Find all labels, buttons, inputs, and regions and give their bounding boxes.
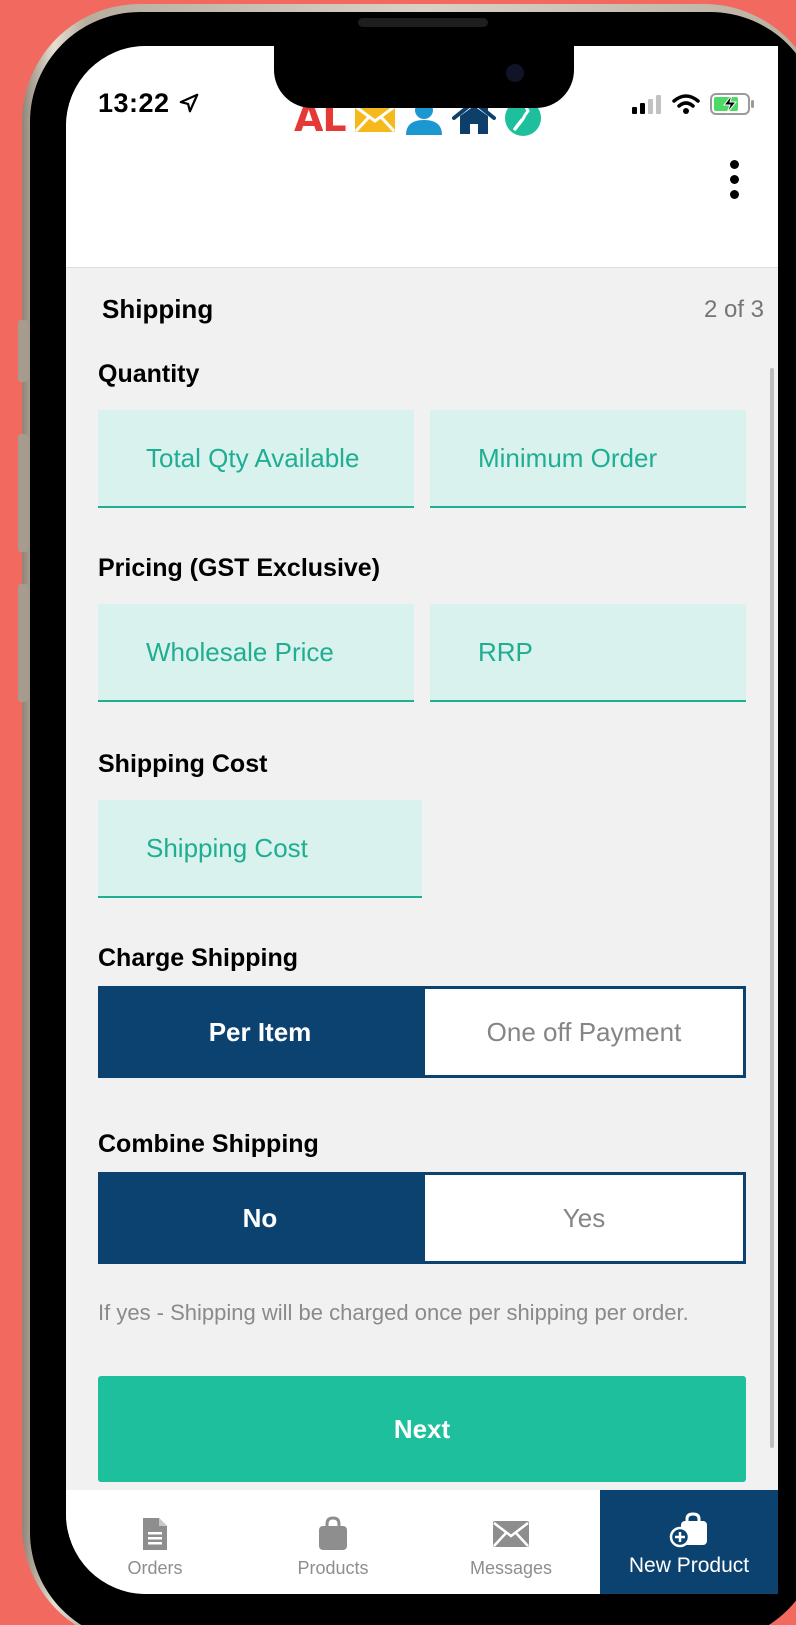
tab-orders-label: Orders: [127, 1558, 183, 1578]
mute-switch: [18, 320, 28, 382]
one-off-payment-option[interactable]: One off Payment: [422, 986, 746, 1078]
volume-down-button: [18, 584, 28, 702]
front-camera: [506, 64, 524, 82]
combine-no-option[interactable]: No: [98, 1172, 422, 1264]
more-menu-icon[interactable]: [726, 160, 742, 200]
bottom-tab-bar: Orders Products Messages New Product: [66, 1490, 778, 1594]
envelope-icon: [493, 1521, 529, 1547]
step-indicator: 2 of 3: [703, 296, 764, 323]
shipping-form: Shipping 2 of 3 Quantity Total Qty Avail…: [66, 268, 778, 1490]
status-indicators: [632, 92, 756, 116]
rrp-input[interactable]: RRP: [430, 604, 746, 702]
tab-messages-label: Messages: [469, 1558, 553, 1578]
document-icon: [143, 1518, 167, 1550]
bag-plus-icon: [669, 1512, 707, 1548]
signal-icon: [632, 95, 661, 114]
minimum-order-input[interactable]: Minimum Order: [430, 410, 746, 508]
tab-products-label: Products: [297, 1558, 369, 1578]
quantity-label: Quantity: [98, 360, 200, 388]
tab-orders[interactable]: Orders: [66, 1490, 244, 1594]
tab-messages[interactable]: Messages: [422, 1490, 600, 1594]
pricing-label: Pricing (GST Exclusive): [98, 554, 381, 582]
app-header: AL: [66, 96, 778, 268]
battery-icon: [710, 93, 754, 115]
per-item-option[interactable]: Per Item: [98, 986, 422, 1078]
wifi-icon: [672, 94, 700, 114]
bag-icon: [319, 1516, 347, 1550]
status-time: 13:22: [98, 88, 200, 119]
next-button[interactable]: Next: [98, 1376, 746, 1482]
combine-shipping-hint: If yes - Shipping will be charged once p…: [98, 1300, 689, 1325]
shipping-cost-label: Shipping Cost: [98, 750, 268, 778]
speaker-grille: [358, 18, 488, 27]
charge-shipping-label: Charge Shipping: [98, 944, 298, 972]
volume-up-button: [18, 434, 28, 552]
shipping-cost-input[interactable]: Shipping Cost: [98, 800, 422, 898]
tab-new-product[interactable]: New Product: [600, 1490, 778, 1594]
wholesale-price-input[interactable]: Wholesale Price: [98, 604, 414, 702]
tab-products[interactable]: Products: [244, 1490, 422, 1594]
page-title: Shipping: [102, 294, 214, 324]
tab-new-product-label: New Product: [628, 1554, 750, 1577]
scrollbar[interactable]: [770, 368, 774, 1448]
notch: [274, 46, 574, 108]
phone-screen: 13:22 AL Shipping 2 of 3 Quantity Total …: [66, 46, 778, 1594]
combine-shipping-label: Combine Shipping: [98, 1130, 319, 1158]
location-arrow-icon: [179, 93, 198, 113]
combine-yes-option[interactable]: Yes: [422, 1172, 746, 1264]
total-qty-input[interactable]: Total Qty Available: [98, 410, 414, 508]
